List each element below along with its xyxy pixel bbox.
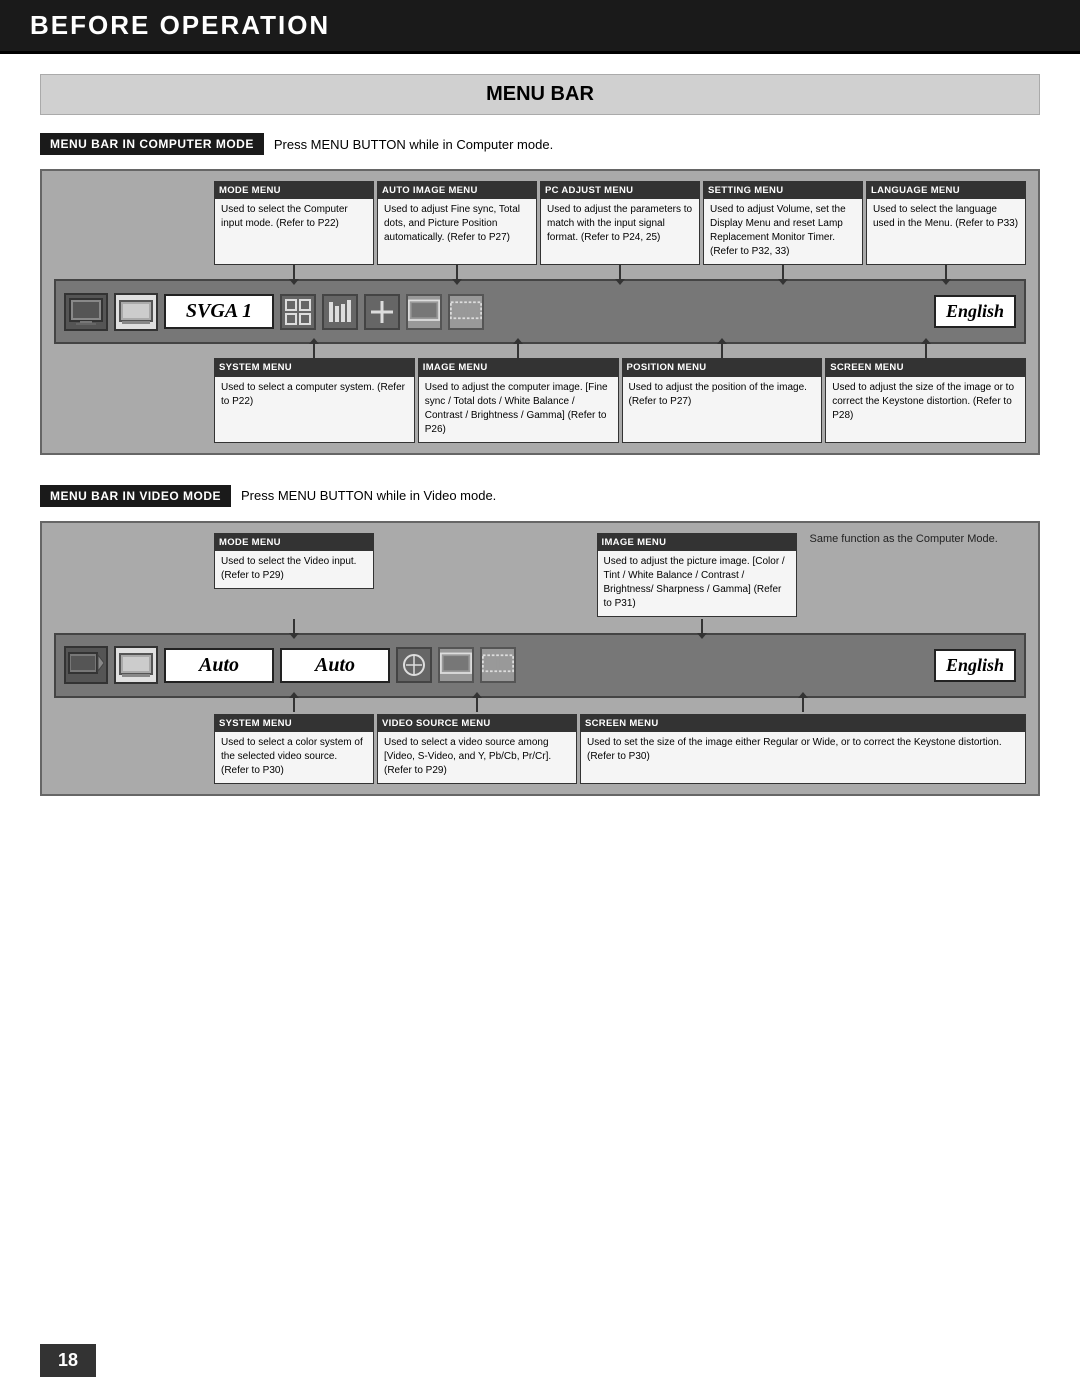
pc-adjust-menu: PC ADJUST MENU Used to adjust the parame… (540, 181, 700, 265)
page-number: 18 (40, 1344, 96, 1377)
video-top-labels-wrapper: MODE MENU Used to select the Video input… (54, 533, 1026, 617)
svga-label: SVGA 1 (164, 294, 274, 329)
bar-icon-2 (114, 293, 158, 331)
video-bar-icon-1 (64, 646, 108, 684)
auto-image-menu: AUTO IMAGE MENU Used to adjust Fine sync… (377, 181, 537, 265)
computer-mode-description: Press MENU BUTTON while in Computer mode… (274, 137, 553, 152)
video-arrows-bottom (54, 698, 1026, 714)
computer-top-labels: MODE MENU Used to select the Computer in… (54, 181, 1026, 265)
computer-bottom-labels: SYSTEM MENU Used to select a computer sy… (54, 358, 1026, 442)
sym-cross-icon (364, 294, 400, 330)
setting-menu-title: SETTING MENU (704, 182, 862, 199)
language-menu: LANGUAGE MENU Used to select the languag… (866, 181, 1026, 265)
computer-arrows-top (54, 265, 1026, 279)
video-screen-menu-text: Used to set the size of the image either… (587, 737, 1002, 762)
video-image-menu-text: Used to adjust the picture image. [Color… (604, 556, 785, 609)
sym-bars-icon (322, 294, 358, 330)
page-title: BEFORE OPERATION (30, 10, 330, 41)
language-menu-text: Used to select the language used in the … (873, 204, 1018, 229)
section-title: MENU BAR (40, 74, 1040, 115)
video-image-menu: IMAGE MENU Used to adjust the picture im… (597, 533, 797, 617)
video-sym-icon-2 (438, 647, 474, 683)
video-diagram-block: MODE MENU Used to select the Video input… (40, 521, 1040, 797)
video-arrows-top (54, 617, 1026, 633)
computer-arrows-bottom (54, 344, 1026, 358)
position-menu-title: POSITION MENU (623, 359, 822, 376)
auto-label-1: Auto (164, 648, 274, 683)
video-bar: Auto Auto English (54, 633, 1026, 698)
video-mode-menu-title: MODE MENU (215, 534, 373, 551)
computer-mode-label-row: MENU BAR IN COMPUTER MODE Press MENU BUT… (40, 133, 1040, 155)
computer-bar: SVGA 1 English (54, 279, 1026, 344)
english-label: English (934, 295, 1016, 328)
video-system-menu-text: Used to select a color system of the sel… (221, 737, 363, 776)
bar-icon-1 (64, 293, 108, 331)
video-mode-menu: MODE MENU Used to select the Video input… (214, 533, 374, 589)
mode-menu-top: MODE MENU Used to select the Computer in… (214, 181, 374, 265)
video-mode-badge: MENU BAR IN VIDEO MODE (40, 485, 231, 507)
sym-grid-icon (280, 294, 316, 330)
image-menu-bottom: IMAGE MENU Used to adjust the computer i… (418, 358, 619, 442)
image-menu-title: IMAGE MENU (419, 359, 618, 376)
video-english-label: English (934, 649, 1016, 682)
pc-adjust-menu-title: PC ADJUST MENU (541, 182, 699, 199)
pc-adjust-menu-text: Used to adjust the parameters to match w… (547, 204, 692, 243)
system-menu-title: SYSTEM MENU (215, 359, 414, 376)
system-menu-text: Used to select a computer system. (Refer… (221, 382, 405, 407)
video-mode-menu-text: Used to select the Video input. (Refer t… (221, 556, 356, 581)
auto-image-menu-text: Used to adjust Fine sync, Total dots, an… (384, 204, 520, 243)
computer-mode-badge: MENU BAR IN COMPUTER MODE (40, 133, 264, 155)
video-image-menu-title: IMAGE MENU (598, 534, 796, 551)
computer-mode-section: MENU BAR IN COMPUTER MODE Press MENU BUT… (40, 133, 1040, 455)
screen-menu-text: Used to adjust the size of the image or … (832, 382, 1014, 421)
position-menu-text: Used to adjust the position of the image… (629, 382, 807, 407)
setting-menu: SETTING MENU Used to adjust Volume, set … (703, 181, 863, 265)
system-menu-bottom: SYSTEM MENU Used to select a computer sy… (214, 358, 415, 442)
page-header: BEFORE OPERATION (0, 0, 1080, 54)
language-menu-title: LANGUAGE MENU (867, 182, 1025, 199)
video-source-menu-text: Used to select a video source among [Vid… (384, 737, 551, 776)
same-function-note: Same function as the Computer Mode. (810, 533, 998, 545)
auto-image-menu-title: AUTO IMAGE MENU (378, 182, 536, 199)
sym-screen-icon (406, 294, 442, 330)
video-bottom-labels-wrapper: SYSTEM MENU Used to select a color syste… (54, 714, 1026, 784)
video-bar-icon-2 (114, 646, 158, 684)
screen-menu-title: SCREEN MENU (826, 359, 1025, 376)
video-system-menu: SYSTEM MENU Used to select a color syste… (214, 714, 374, 784)
video-screen-menu-title: SCREEN MENU (581, 715, 1025, 732)
video-sym-icon-3 (480, 647, 516, 683)
auto-label-2: Auto (280, 648, 390, 683)
video-mode-label-row: MENU BAR IN VIDEO MODE Press MENU BUTTON… (40, 485, 1040, 507)
video-mode-description: Press MENU BUTTON while in Video mode. (241, 488, 496, 503)
position-menu-bottom: POSITION MENU Used to adjust the positio… (622, 358, 823, 442)
content-area: MENU BAR MENU BAR IN COMPUTER MODE Press… (0, 54, 1080, 866)
video-source-menu: VIDEO SOURCE MENU Used to select a video… (377, 714, 577, 784)
mode-menu-title: MODE MENU (215, 182, 373, 199)
video-system-menu-title: SYSTEM MENU (215, 715, 373, 732)
setting-menu-text: Used to adjust Volume, set the Display M… (710, 204, 846, 257)
screen-menu-bottom: SCREEN MENU Used to adjust the size of t… (825, 358, 1026, 442)
video-mode-section: MENU BAR IN VIDEO MODE Press MENU BUTTON… (40, 485, 1040, 797)
sym-film-icon (448, 294, 484, 330)
image-menu-text: Used to adjust the computer image. [Fine… (425, 382, 608, 435)
video-screen-menu: SCREEN MENU Used to set the size of the … (580, 714, 1026, 784)
video-source-menu-title: VIDEO SOURCE MENU (378, 715, 576, 732)
computer-diagram-block: MODE MENU Used to select the Computer in… (40, 169, 1040, 455)
mode-menu-text: Used to select the Computer input mode. … (221, 204, 348, 229)
video-sym-icon-1 (396, 647, 432, 683)
